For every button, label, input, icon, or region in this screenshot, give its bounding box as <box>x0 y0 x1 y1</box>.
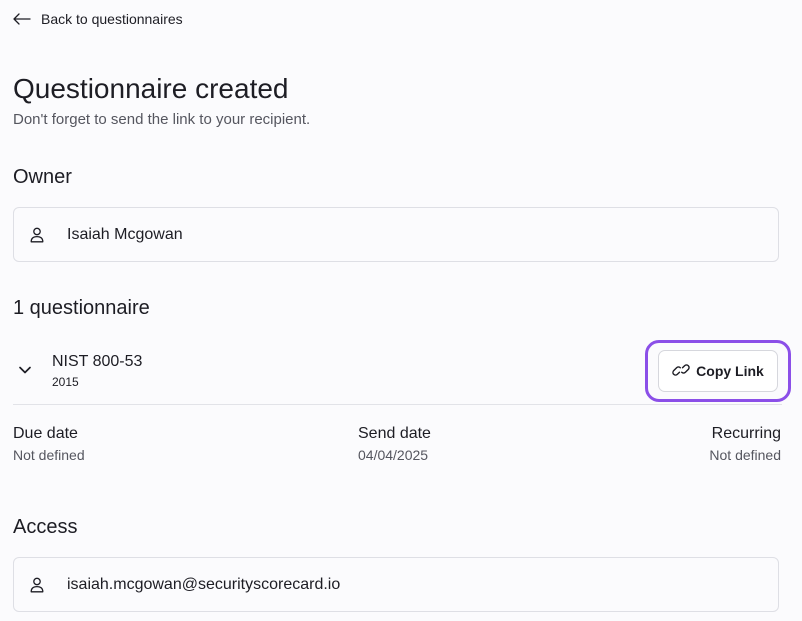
questionnaire-created-page: Back to questionnaires Questionnaire cre… <box>0 0 802 621</box>
copy-link-button[interactable]: Copy Link <box>658 350 778 392</box>
back-to-questionnaires-link[interactable]: Back to questionnaires <box>13 9 183 29</box>
due-date-value: Not defined <box>13 447 85 463</box>
page-title: Questionnaire created <box>13 73 289 104</box>
copy-link-label: Copy Link <box>696 363 764 379</box>
access-email: isaiah.mcgowan@securityscorecard.io <box>67 575 341 593</box>
back-link-label: Back to questionnaires <box>41 11 183 27</box>
chevron-down-icon[interactable] <box>17 362 33 378</box>
send-date-label: Send date <box>358 425 431 442</box>
questionnaire-version: 2015 <box>52 375 79 389</box>
owner-name: Isaiah Mcgowan <box>67 225 183 243</box>
questionnaire-name: NIST 800-53 <box>52 353 143 370</box>
person-icon <box>30 227 44 243</box>
send-date-field: Send date 04/04/2025 <box>358 424 431 465</box>
person-icon <box>30 577 44 593</box>
due-date-field: Due date Not defined <box>13 424 85 465</box>
page-subtitle: Don't forget to send the link to your re… <box>13 111 311 128</box>
divider <box>13 404 782 405</box>
access-card: isaiah.mcgowan@securityscorecard.io <box>13 557 779 612</box>
send-date-value: 04/04/2025 <box>358 447 429 463</box>
due-date-label: Due date <box>13 425 78 442</box>
arrow-left-icon <box>13 13 31 25</box>
recurring-value: Not defined <box>709 447 781 463</box>
owner-card: Isaiah Mcgowan <box>13 207 779 262</box>
access-heading: Access <box>13 516 78 538</box>
recurring-field: Recurring Not defined <box>709 424 781 465</box>
questionnaire-row: NIST 800-53 2015 Copy Link <box>13 340 791 404</box>
owner-heading: Owner <box>13 166 72 188</box>
questionnaire-count-heading: 1 questionnaire <box>13 297 150 319</box>
link-icon <box>672 363 690 380</box>
recurring-label: Recurring <box>711 425 781 442</box>
